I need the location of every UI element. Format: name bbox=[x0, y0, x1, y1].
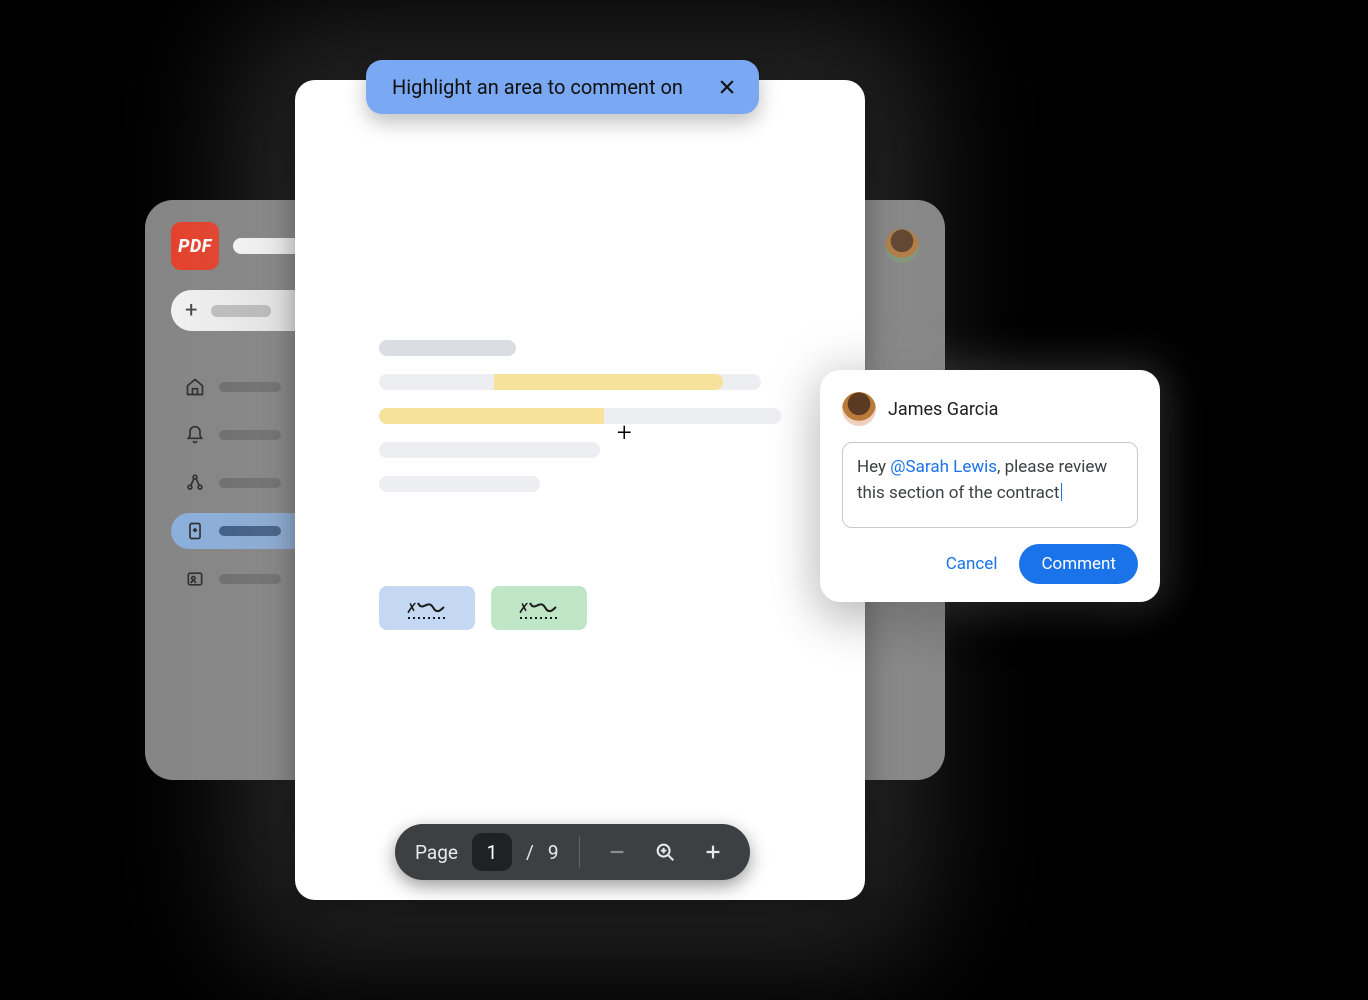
hint-text: Highlight an area to comment on bbox=[392, 75, 683, 99]
page-total: 9 bbox=[548, 841, 559, 864]
sidebar-label-placeholder bbox=[219, 382, 281, 392]
document-page[interactable]: + ✗ ✗ bbox=[295, 80, 865, 900]
sidebar-label-placeholder bbox=[219, 574, 281, 584]
content-line bbox=[379, 476, 540, 492]
zoom-out-button[interactable] bbox=[600, 835, 634, 869]
comment-input[interactable]: Hey @Sarah Lewis, please review this sec… bbox=[842, 442, 1138, 528]
zoom-reset-button[interactable] bbox=[648, 835, 682, 869]
zoom-in-button[interactable] bbox=[696, 835, 730, 869]
pdf-logo-text: PDF bbox=[178, 236, 212, 257]
close-icon[interactable] bbox=[713, 73, 741, 101]
comment-text-part: Hey bbox=[857, 457, 890, 477]
document-icon bbox=[185, 521, 205, 541]
text-highlight[interactable] bbox=[379, 408, 604, 424]
hint-banner: Highlight an area to comment on bbox=[366, 60, 759, 114]
pdf-logo: PDF bbox=[171, 222, 219, 270]
signature-icon: ✗ bbox=[406, 595, 448, 621]
new-label-placeholder bbox=[211, 305, 271, 317]
svg-text:✗: ✗ bbox=[406, 601, 418, 617]
home-icon bbox=[185, 377, 205, 397]
page-separator: / bbox=[526, 841, 534, 864]
author-name: James Garcia bbox=[888, 399, 998, 420]
sidebar-label-placeholder bbox=[219, 478, 281, 488]
signature-field-2[interactable]: ✗ bbox=[491, 586, 587, 630]
bell-icon bbox=[185, 425, 205, 445]
signature-fields: ✗ ✗ bbox=[379, 586, 587, 630]
sidebar-label-placeholder bbox=[219, 430, 281, 440]
share-nodes-icon bbox=[185, 473, 205, 493]
text-caret bbox=[1061, 483, 1062, 501]
signature-field-1[interactable]: ✗ bbox=[379, 586, 475, 630]
content-line bbox=[379, 408, 781, 424]
svg-text:✗: ✗ bbox=[518, 601, 530, 617]
page-toolbar: Page 1 / 9 bbox=[395, 824, 750, 880]
content-heading-placeholder bbox=[379, 340, 516, 356]
crosshair-cursor-icon: + bbox=[617, 420, 632, 446]
text-highlight[interactable] bbox=[494, 374, 723, 390]
comment-author-row: James Garcia bbox=[842, 392, 1138, 426]
contact-card-icon bbox=[185, 569, 205, 589]
document-content: + bbox=[379, 340, 781, 510]
comment-submit-button[interactable]: Comment bbox=[1019, 544, 1138, 584]
author-avatar bbox=[842, 392, 876, 426]
content-line bbox=[379, 442, 600, 458]
page-current-input[interactable]: 1 bbox=[472, 833, 512, 871]
toolbar-divider bbox=[579, 836, 580, 868]
content-line bbox=[379, 374, 761, 390]
comment-actions: Cancel Comment bbox=[842, 544, 1138, 584]
signature-icon: ✗ bbox=[518, 595, 560, 621]
user-mention[interactable]: @Sarah Lewis bbox=[890, 457, 997, 477]
cancel-button[interactable]: Cancel bbox=[946, 554, 998, 574]
comment-popover: James Garcia Hey @Sarah Lewis, please re… bbox=[820, 370, 1160, 602]
plus-icon: + bbox=[185, 298, 197, 323]
user-avatar[interactable] bbox=[885, 229, 919, 263]
page-label: Page bbox=[415, 841, 458, 864]
sidebar-label-placeholder bbox=[219, 526, 281, 536]
